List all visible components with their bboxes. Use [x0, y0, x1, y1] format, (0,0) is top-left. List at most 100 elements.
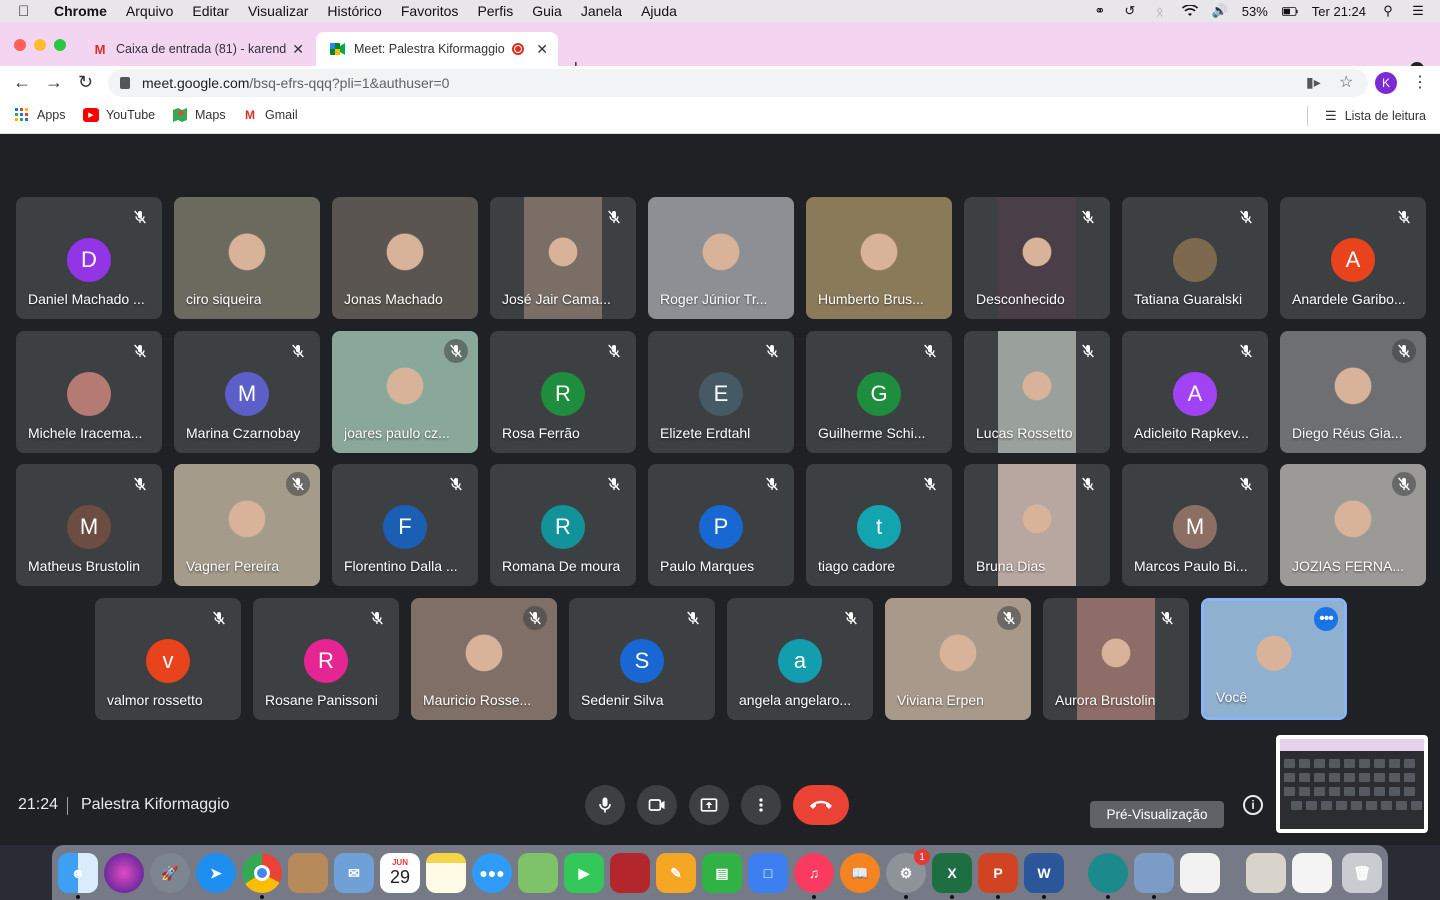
powerpoint-icon[interactable]: P: [978, 853, 1018, 893]
menubar-clock[interactable]: Ter 21:24: [1312, 4, 1366, 19]
reading-list-button[interactable]: ☰ Lista de leitura: [1325, 108, 1426, 124]
profile-avatar[interactable]: K: [1375, 72, 1397, 94]
trash-icon[interactable]: 🗑: [1342, 853, 1382, 893]
finder-icon[interactable]: ☻: [58, 853, 98, 893]
participant-tile[interactable]: JOZIAS FERNA...: [1280, 464, 1426, 586]
participant-tile[interactable]: R Romana De moura: [490, 464, 636, 586]
participant-tile[interactable]: joares paulo cz...: [332, 331, 478, 453]
bookmark-star-icon[interactable]: ☆: [1339, 72, 1353, 92]
menu-favoritos[interactable]: Favoritos: [401, 3, 459, 19]
participant-tile[interactable]: José Jair Cama...: [490, 197, 636, 319]
excel-icon[interactable]: X: [932, 853, 972, 893]
participant-tile[interactable]: Tatiana Guaralski: [1122, 197, 1268, 319]
participant-tile[interactable]: t tiago cadore: [806, 464, 952, 586]
spotlight-search-icon[interactable]: ⚲: [1380, 3, 1396, 19]
menu-app-name[interactable]: Chrome: [54, 3, 107, 19]
participant-tile[interactable]: M Marcos Paulo Bi...: [1122, 464, 1268, 586]
books-icon[interactable]: 📖: [840, 853, 880, 893]
siri-icon[interactable]: [104, 853, 144, 893]
menu-guia[interactable]: Guia: [532, 3, 562, 19]
menu-visualizar[interactable]: Visualizar: [248, 3, 308, 19]
menu-historico[interactable]: Histórico: [327, 3, 381, 19]
participant-tile[interactable]: Aurora Brustolin: [1043, 598, 1189, 720]
participant-tile[interactable]: a angela angelaro...: [727, 598, 873, 720]
preview-app-icon[interactable]: [1134, 853, 1174, 893]
menu-janela[interactable]: Janela: [581, 3, 622, 19]
chrome-menu-icon[interactable]: ⋮: [1412, 72, 1428, 92]
tab-gmail-close-icon[interactable]: ✕: [292, 41, 304, 58]
contacts-icon[interactable]: [288, 853, 328, 893]
self-tile-options-button[interactable]: •••: [1314, 607, 1338, 631]
music-icon[interactable]: ♫: [794, 853, 834, 893]
forward-button[interactable]: →: [45, 72, 63, 93]
participant-tile[interactable]: F Florentino Dalla ...: [332, 464, 478, 586]
participant-tile[interactable]: Vagner Pereira: [174, 464, 320, 586]
numbers-icon[interactable]: ▤: [702, 853, 742, 893]
participant-tile[interactable]: M Matheus Brustolin: [16, 464, 162, 586]
participant-tile[interactable]: Michele Iracema...: [16, 331, 162, 453]
participant-tile[interactable]: E Elizete Erdtahl: [648, 331, 794, 453]
bookmark-maps[interactable]: Maps: [172, 108, 226, 122]
browser-app-icon[interactable]: [1088, 853, 1128, 893]
tab-meet-close-icon[interactable]: ✕: [536, 41, 548, 58]
participant-tile[interactable]: Lucas Rossetto: [964, 331, 1110, 453]
window-minimize-button[interactable]: [34, 39, 46, 51]
menu-perfis[interactable]: Perfis: [477, 3, 513, 19]
keynote-icon[interactable]: □: [748, 853, 788, 893]
mail-stamp-icon[interactable]: ✉: [334, 853, 374, 893]
microphone-button[interactable]: [585, 785, 625, 825]
more-options-button[interactable]: [741, 785, 781, 825]
back-button[interactable]: ←: [13, 72, 31, 93]
participant-tile[interactable]: Roger Júnior Tr...: [648, 197, 794, 319]
launchpad-icon[interactable]: 🚀: [150, 853, 190, 893]
participant-tile[interactable]: v valmor rossetto: [95, 598, 241, 720]
participant-tile[interactable]: G Guilherme Schi...: [806, 331, 952, 453]
volume-icon[interactable]: 🔊: [1212, 3, 1228, 19]
chrome-icon[interactable]: [242, 853, 282, 893]
control-center-icon[interactable]: ☰: [1410, 3, 1426, 19]
messages-icon[interactable]: ●●●: [472, 853, 512, 893]
bluetooth-icon[interactable]: ᛟ: [1152, 3, 1168, 19]
participant-tile[interactable]: Jonas Machado: [332, 197, 478, 319]
participant-tile[interactable]: ciro siqueira: [174, 197, 320, 319]
tab-gmail[interactable]: M Caixa de entrada (81) - karend ✕: [78, 32, 314, 66]
participant-tile[interactable]: P Paulo Marques: [648, 464, 794, 586]
photo-booth-icon[interactable]: [610, 853, 650, 893]
menu-editar[interactable]: Editar: [192, 3, 229, 19]
screenshot-preview-thumbnail[interactable]: [1276, 735, 1428, 833]
recent-document-icon[interactable]: [1246, 853, 1286, 893]
meeting-details-info-icon[interactable]: i: [1243, 795, 1263, 815]
participant-tile[interactable]: Diego Réus Gia...: [1280, 331, 1426, 453]
reload-button[interactable]: ↻: [78, 72, 93, 93]
participant-tile[interactable]: A Adicleito Rapkev...: [1122, 331, 1268, 453]
word-icon[interactable]: W: [1024, 853, 1064, 893]
camera-button[interactable]: [637, 785, 677, 825]
facetime-icon[interactable]: ▶: [564, 853, 604, 893]
calendar-icon[interactable]: JUN 29: [380, 853, 420, 893]
pages-icon[interactable]: ✎: [656, 853, 696, 893]
present-screen-button[interactable]: [689, 785, 729, 825]
window-zoom-button[interactable]: [54, 39, 66, 51]
camera-in-use-icon[interactable]: ▮▸: [1306, 74, 1321, 91]
participant-tile[interactable]: M Marina Czarnobay: [174, 331, 320, 453]
apple-menu-icon[interactable]: : [18, 3, 40, 20]
leave-call-button[interactable]: [793, 785, 849, 825]
menu-arquivo[interactable]: Arquivo: [126, 3, 173, 19]
lock-icon[interactable]: [120, 77, 130, 89]
sync-status-icon[interactable]: ⚭: [1092, 3, 1108, 19]
window-close-button[interactable]: [14, 39, 26, 51]
participant-tile[interactable]: Humberto Brus...: [806, 197, 952, 319]
participant-tile[interactable]: Viviana Erpen: [885, 598, 1031, 720]
wifi-icon[interactable]: [1181, 3, 1198, 19]
self-participant-tile[interactable]: Você •••: [1201, 598, 1347, 720]
participant-tile[interactable]: R Rosane Panissoni: [253, 598, 399, 720]
bookmark-youtube[interactable]: ▶ YouTube: [83, 108, 155, 122]
textedit-icon[interactable]: [1180, 853, 1220, 893]
notes-icon[interactable]: [426, 853, 466, 893]
battery-icon[interactable]: [1281, 3, 1298, 19]
participant-tile[interactable]: Desconhecido: [964, 197, 1110, 319]
bookmark-apps[interactable]: Apps: [14, 108, 66, 122]
address-bar[interactable]: meet.google.com/bsq-efrs-qqq?pli=1&authu…: [108, 69, 1368, 97]
participant-tile[interactable]: D Daniel Machado ...: [16, 197, 162, 319]
bookmark-gmail[interactable]: M Gmail: [242, 108, 298, 122]
